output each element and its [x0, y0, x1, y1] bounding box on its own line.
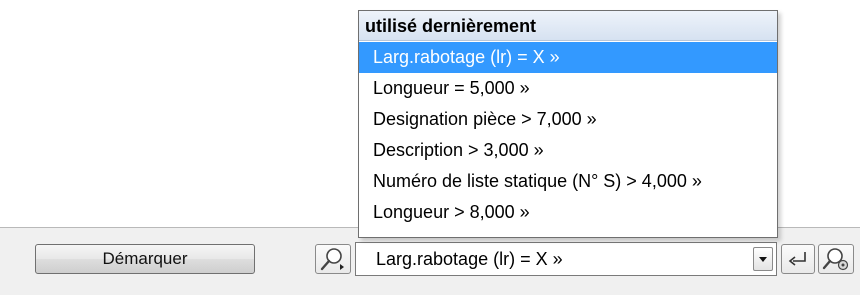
dropdown-item[interactable]: Longueur = 5,000 » [359, 73, 777, 104]
search-icon [319, 246, 347, 272]
dropdown-item[interactable]: Designation pièce > 7,000 » [359, 104, 777, 135]
dropdown-item[interactable]: Longueur > 8,000 » [359, 197, 777, 228]
demarquer-button[interactable]: Démarquer [35, 244, 255, 274]
dropdown-item[interactable]: Larg.rabotage (lr) = X » [359, 42, 777, 73]
window: Démarquer Larg.rabotage (lr) = X » utili… [0, 0, 860, 295]
dropdown-items: Larg.rabotage (lr) = X » Longueur = 5,00… [359, 42, 777, 228]
filter-combo[interactable]: Larg.rabotage (lr) = X » [355, 242, 777, 276]
apply-button[interactable] [781, 244, 815, 274]
search-button[interactable] [315, 244, 351, 274]
combo-value: Larg.rabotage (lr) = X » [376, 249, 563, 269]
chevron-down-icon [758, 250, 768, 268]
recent-filters-dropdown: utilisé dernièrement Larg.rabotage (lr) … [358, 10, 778, 238]
search-settings-button[interactable] [818, 244, 854, 274]
combo-dropdown-button[interactable] [753, 247, 773, 271]
dropdown-header: utilisé dernièrement [359, 11, 777, 41]
dropdown-item[interactable]: Description > 3,000 » [359, 135, 777, 166]
demarquer-button-label: Démarquer [102, 249, 188, 268]
dropdown-item[interactable]: Numéro de liste statique (N° S) > 4,000 … [359, 166, 777, 197]
search-settings-icon [822, 246, 850, 272]
enter-return-icon [786, 249, 810, 269]
